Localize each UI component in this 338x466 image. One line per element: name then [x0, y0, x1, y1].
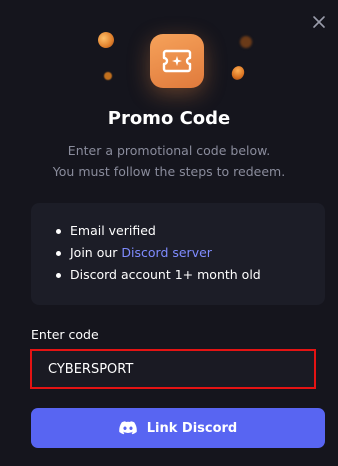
hero-illustration [0, 0, 338, 100]
coin-decoration [229, 64, 247, 82]
requirement-discord-server: Join our Discord server [56, 242, 325, 264]
requirement-account-age: Discord account 1+ month old [56, 264, 325, 286]
coin-decoration [104, 72, 112, 80]
modal-subtitle: Enter a promotional code below. You must… [0, 140, 338, 182]
subtitle-line-2: You must follow the steps to redeem. [52, 164, 286, 179]
requirement-label: Discord account 1+ month old [70, 267, 261, 282]
code-label: Enter code [31, 327, 99, 342]
discord-server-link[interactable]: Discord server [121, 245, 212, 260]
requirements-list: Email verified Join our Discord server D… [31, 203, 325, 305]
modal-title: Promo Code [107, 108, 231, 129]
requirement-label: Email verified [70, 223, 156, 238]
link-discord-label: Link Discord [146, 420, 238, 436]
promo-code-modal: Promo Code Enter a promotional code belo… [0, 0, 338, 466]
link-discord-button[interactable]: Link Discord [31, 408, 325, 448]
promo-code-input[interactable] [30, 349, 316, 389]
coin-decoration [95, 29, 117, 51]
discord-icon [118, 421, 137, 435]
requirement-email: Email verified [56, 220, 325, 242]
ticket-icon [162, 49, 192, 73]
coin-decoration [240, 36, 252, 48]
subtitle-line-1: Enter a promotional code below. [67, 143, 271, 158]
ticket-tile [150, 34, 204, 88]
requirement-label: Join our [70, 245, 122, 260]
